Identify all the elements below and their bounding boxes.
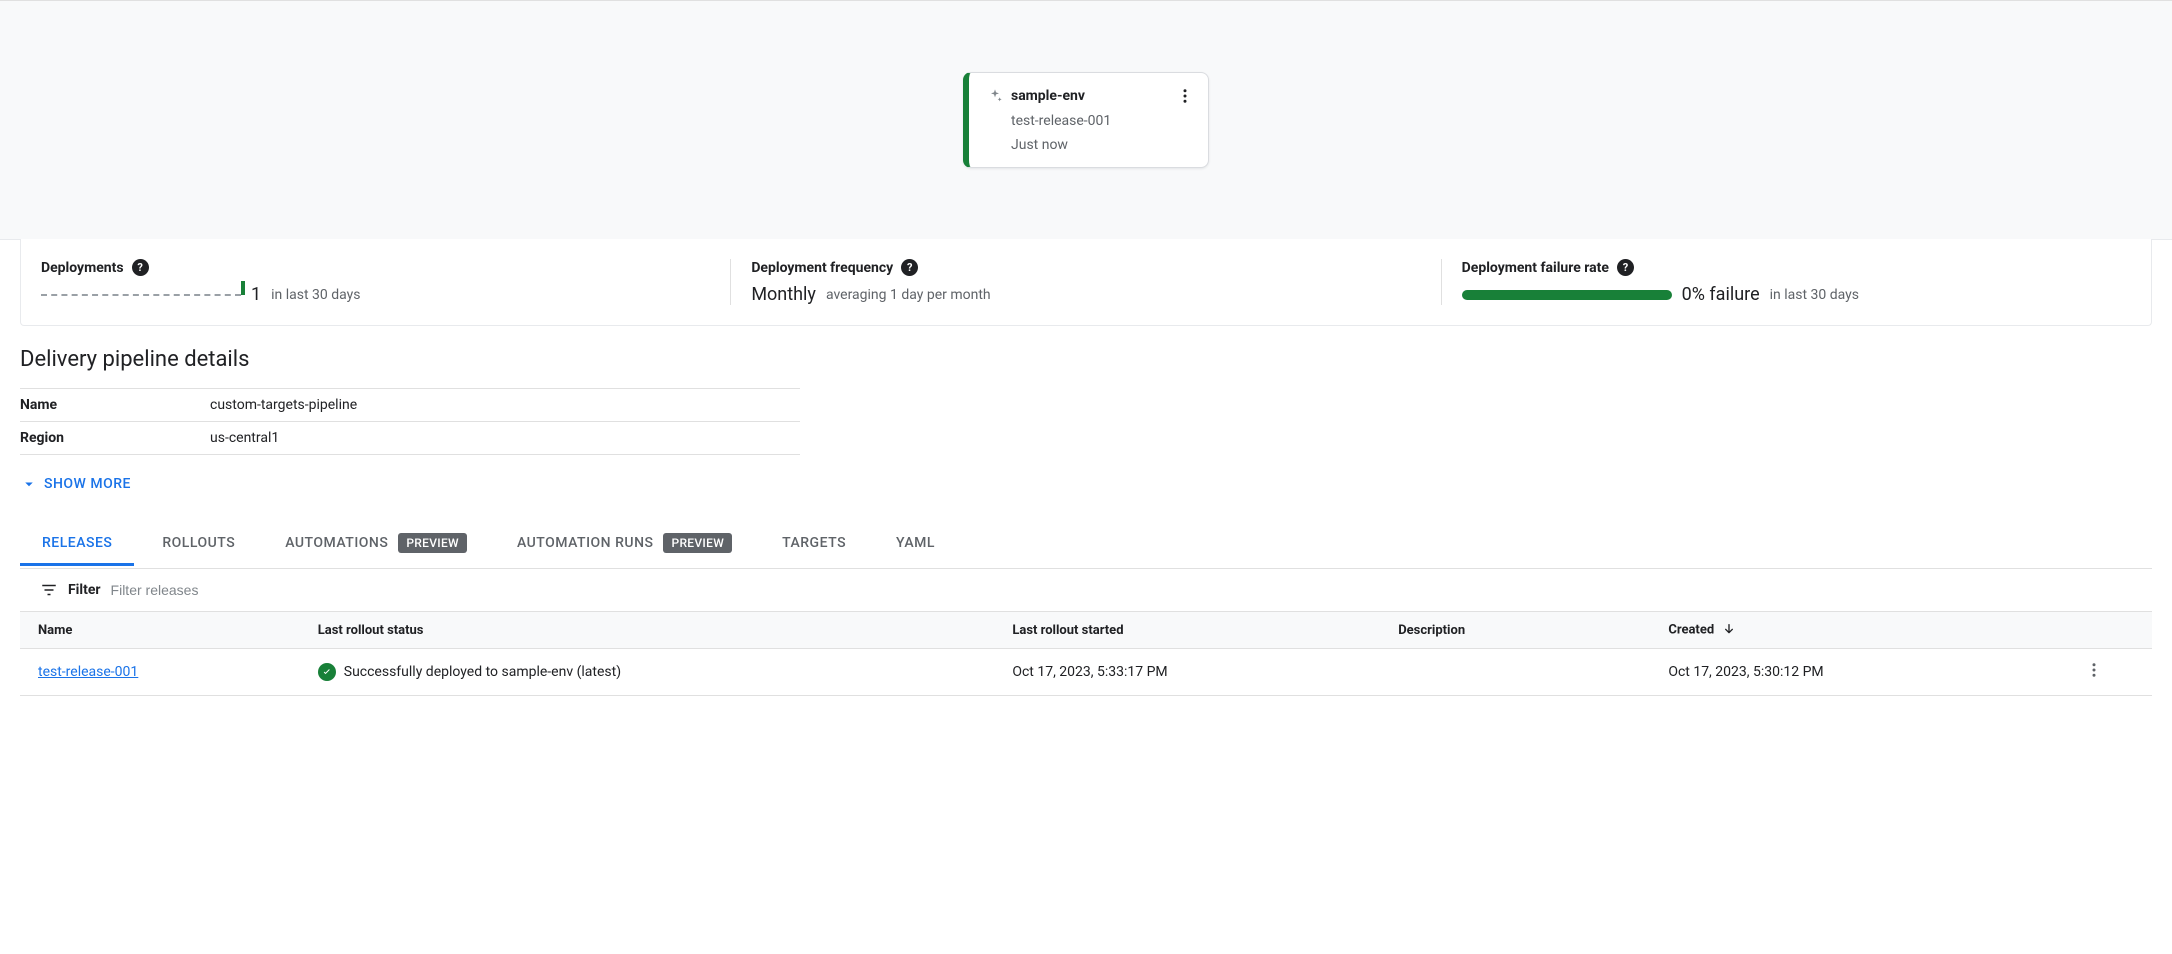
show-more-button[interactable]: SHOW MORE: [20, 471, 2152, 497]
table-row: test-release-001 Successfully deployed t…: [20, 649, 2152, 696]
tab-releases-label: RELEASES: [42, 535, 112, 551]
rollout-status-text: Successfully deployed to sample-env (lat…: [344, 664, 621, 680]
tab-automation-runs-label: AUTOMATION RUNS: [517, 535, 654, 551]
filter-label: Filter: [68, 582, 101, 598]
help-icon[interactable]: ?: [1617, 259, 1634, 276]
frequency-sub: averaging 1 day per month: [826, 287, 991, 303]
col-header-started[interactable]: Last rollout started: [994, 612, 1380, 649]
release-name-link[interactable]: test-release-001: [38, 664, 138, 680]
tab-targets-label: TARGETS: [782, 535, 846, 551]
environment-title: sample-env: [1011, 88, 1085, 104]
metric-deployments-title: Deployments: [41, 260, 124, 276]
chevron-down-icon: [20, 475, 38, 493]
rollout-started: Oct 17, 2023, 5:33:17 PM: [994, 649, 1380, 696]
sparkle-icon: [987, 88, 1003, 104]
tab-automations-label: AUTOMATIONS: [285, 535, 388, 551]
failure-value: 0% failure: [1682, 284, 1760, 305]
metric-frequency: Deployment frequency ? Monthly averaging…: [731, 259, 1441, 305]
arrow-down-icon: [1721, 622, 1737, 638]
col-header-description[interactable]: Description: [1380, 612, 1650, 649]
detail-region-label: Region: [20, 422, 210, 455]
show-more-label: SHOW MORE: [44, 476, 131, 492]
metric-deployments: Deployments ? 1 in last 30 days: [21, 259, 731, 305]
metrics-panel: Deployments ? 1 in last 30 days Deployme…: [20, 239, 2152, 326]
metric-failure: Deployment failure rate ? 0% failure in …: [1442, 259, 2151, 305]
rollout-description: [1380, 649, 1650, 696]
tab-releases[interactable]: RELEASES: [20, 523, 134, 566]
preview-badge: PREVIEW: [398, 533, 467, 553]
col-header-name[interactable]: Name: [20, 612, 300, 649]
filter-row: Filter: [20, 569, 2152, 611]
deployments-sparkline: [41, 294, 241, 296]
detail-row-region: Region us-central1: [20, 422, 800, 455]
environment-release: test-release-001: [1011, 113, 1194, 129]
check-circle-icon: [318, 663, 336, 681]
row-more-vert-icon[interactable]: [2085, 661, 2103, 679]
environment-card[interactable]: sample-env test-release-001 Just now: [963, 72, 1209, 168]
filter-input[interactable]: [111, 582, 2132, 598]
metric-frequency-title: Deployment frequency: [751, 260, 893, 276]
more-vert-icon[interactable]: [1176, 87, 1194, 105]
col-header-status[interactable]: Last rollout status: [300, 612, 995, 649]
tab-automation-runs[interactable]: AUTOMATION RUNS PREVIEW: [495, 521, 754, 568]
tab-automations[interactable]: AUTOMATIONS PREVIEW: [263, 521, 489, 568]
details-table: Name custom-targets-pipeline Region us-c…: [20, 388, 800, 455]
preview-badge: PREVIEW: [663, 533, 732, 553]
detail-region-value: us-central1: [210, 422, 800, 455]
col-header-actions: [2036, 612, 2152, 649]
detail-name-value: custom-targets-pipeline: [210, 389, 800, 422]
detail-name-label: Name: [20, 389, 210, 422]
environment-time: Just now: [1011, 137, 1194, 153]
deployments-sub: in last 30 days: [271, 287, 360, 303]
failure-sub: in last 30 days: [1770, 287, 1859, 303]
frequency-value: Monthly: [751, 284, 816, 305]
failure-rate-bar: [1462, 290, 1672, 300]
help-icon[interactable]: ?: [132, 259, 149, 276]
section-title: Delivery pipeline details: [20, 347, 2152, 372]
rollout-created: Oct 17, 2023, 5:30:12 PM: [1650, 649, 2036, 696]
tabs-row: RELEASES ROLLOUTS AUTOMATIONS PREVIEW AU…: [20, 521, 2152, 569]
metric-failure-title: Deployment failure rate: [1462, 260, 1609, 276]
releases-table: Name Last rollout status Last rollout st…: [20, 611, 2152, 696]
detail-row-name: Name custom-targets-pipeline: [20, 389, 800, 422]
filter-icon: [40, 581, 58, 599]
tab-rollouts-label: ROLLOUTS: [162, 535, 235, 551]
col-header-created-label: Created: [1668, 622, 1714, 637]
tab-yaml-label: YAML: [896, 535, 935, 551]
tab-yaml[interactable]: YAML: [874, 523, 957, 566]
tab-rollouts[interactable]: ROLLOUTS: [140, 523, 257, 566]
tab-targets[interactable]: TARGETS: [760, 523, 868, 566]
pipeline-canvas: sample-env test-release-001 Just now: [0, 0, 2172, 240]
deployments-value: 1: [251, 284, 261, 305]
col-header-created[interactable]: Created: [1650, 612, 2036, 649]
help-icon[interactable]: ?: [901, 259, 918, 276]
